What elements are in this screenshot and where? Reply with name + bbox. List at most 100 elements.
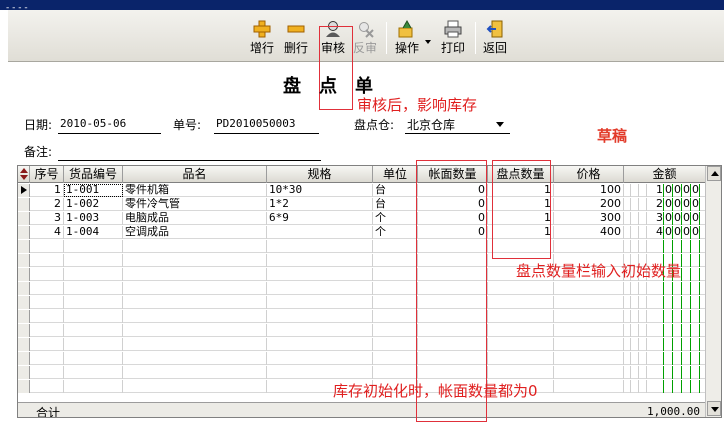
empty-row[interactable]	[18, 240, 706, 253]
print-button[interactable]: 打印	[436, 14, 470, 60]
empty-row[interactable]	[18, 366, 706, 379]
cell-seq[interactable]	[30, 254, 64, 267]
cell-count-qty[interactable]	[488, 338, 554, 351]
cell-unit[interactable]	[373, 282, 418, 295]
cell-count-qty[interactable]	[488, 352, 554, 365]
cell-amount[interactable]	[624, 240, 706, 253]
cell-name[interactable]: 零件机箱	[123, 184, 267, 197]
cell-code[interactable]	[64, 240, 123, 253]
cell-spec[interactable]	[267, 338, 373, 351]
cell-spec[interactable]: 1*2	[267, 198, 373, 211]
cell-price[interactable]	[554, 282, 624, 295]
cell-amount[interactable]: 10000	[624, 184, 706, 197]
cell-name[interactable]	[123, 366, 267, 379]
row-indicator[interactable]	[18, 338, 30, 351]
chevron-down-icon[interactable]	[496, 122, 504, 127]
cell-unit[interactable]	[373, 310, 418, 323]
cell-code[interactable]: 1-002	[64, 198, 123, 211]
cell-price[interactable]	[554, 324, 624, 337]
cell-unit[interactable]	[373, 366, 418, 379]
cell-spec[interactable]: 6*9	[267, 212, 373, 225]
empty-row[interactable]	[18, 338, 706, 351]
cell-price[interactable]	[554, 380, 624, 393]
cell-price[interactable]	[554, 310, 624, 323]
cell-name[interactable]	[123, 282, 267, 295]
cell-seq[interactable]: 2	[30, 198, 64, 211]
add-row-button[interactable]: 增行	[245, 14, 279, 60]
cell-seq[interactable]	[30, 296, 64, 309]
cell-price[interactable]: 100	[554, 184, 624, 197]
cell-unit[interactable]: 个	[373, 226, 418, 239]
cell-amount[interactable]: 40000	[624, 226, 706, 239]
cell-name[interactable]	[123, 352, 267, 365]
empty-row[interactable]	[18, 310, 706, 323]
table-row[interactable]: 2 1-002 零件冷气管 1*2 台 0 1 200 2 0 0 0 0	[18, 198, 706, 211]
row-indicator[interactable]	[18, 226, 30, 239]
col-code[interactable]: 货品编号	[64, 166, 123, 183]
row-indicator[interactable]	[18, 184, 30, 197]
scroll-up-icon[interactable]	[707, 166, 721, 181]
cell-seq[interactable]	[30, 338, 64, 351]
cell-seq[interactable]	[30, 310, 64, 323]
cell-code[interactable]: 1-001	[64, 184, 123, 197]
cell-spec[interactable]	[267, 254, 373, 267]
cell-name[interactable]	[123, 254, 267, 267]
cell-amount[interactable]	[624, 310, 706, 323]
cell-seq[interactable]: 3	[30, 212, 64, 225]
operate-dropdown-icon[interactable]	[425, 40, 431, 44]
cell-price[interactable]: 400	[554, 226, 624, 239]
cell-code[interactable]	[64, 282, 123, 295]
cell-unit[interactable]: 个	[373, 212, 418, 225]
scroll-down-icon[interactable]	[707, 401, 721, 416]
unaudit-button[interactable]: 反审	[348, 14, 382, 60]
cell-spec[interactable]	[267, 324, 373, 337]
cell-price[interactable]	[554, 352, 624, 365]
col-unit[interactable]: 单位	[373, 166, 418, 183]
cell-unit[interactable]: 台	[373, 184, 418, 197]
cell-code[interactable]	[64, 380, 123, 393]
cell-seq[interactable]: 1	[30, 184, 64, 197]
cell-price[interactable]	[554, 366, 624, 379]
cell-code[interactable]	[64, 254, 123, 267]
cell-unit[interactable]	[373, 268, 418, 281]
cell-spec[interactable]	[267, 240, 373, 253]
vertical-scrollbar[interactable]	[705, 166, 721, 417]
cell-count-qty[interactable]	[488, 296, 554, 309]
col-seq[interactable]: 序号	[30, 166, 64, 183]
cell-name[interactable]	[123, 240, 267, 253]
cell-spec[interactable]	[267, 352, 373, 365]
cell-amount[interactable]: 20000	[624, 198, 706, 211]
col-name[interactable]: 品名	[123, 166, 267, 183]
cell-seq[interactable]	[30, 268, 64, 281]
cell-seq[interactable]	[30, 240, 64, 253]
cell-count-qty[interactable]	[488, 366, 554, 379]
row-indicator[interactable]	[18, 198, 30, 211]
cell-price[interactable]: 300	[554, 212, 624, 225]
cell-unit[interactable]	[373, 324, 418, 337]
row-indicator[interactable]	[18, 296, 30, 309]
delete-row-button[interactable]: 删行	[279, 14, 313, 60]
row-indicator[interactable]	[18, 366, 30, 379]
cell-amount[interactable]	[624, 352, 706, 365]
cell-amount[interactable]	[624, 282, 706, 295]
row-indicator[interactable]	[18, 268, 30, 281]
cell-amount[interactable]	[624, 296, 706, 309]
cell-name[interactable]	[123, 324, 267, 337]
cell-name[interactable]: 电脑成品	[123, 212, 267, 225]
cell-spec[interactable]	[267, 282, 373, 295]
cell-unit[interactable]: 台	[373, 198, 418, 211]
cell-code[interactable]	[64, 366, 123, 379]
cell-count-qty[interactable]	[488, 282, 554, 295]
cell-amount[interactable]	[624, 366, 706, 379]
row-indicator[interactable]	[18, 212, 30, 225]
cell-spec[interactable]	[267, 268, 373, 281]
cell-name[interactable]	[123, 338, 267, 351]
cell-count-qty[interactable]	[488, 324, 554, 337]
cell-unit[interactable]	[373, 338, 418, 351]
cell-seq[interactable]: 4	[30, 226, 64, 239]
empty-row[interactable]	[18, 282, 706, 295]
number-field[interactable]: PD2010050003	[216, 117, 295, 130]
cell-code[interactable]	[64, 338, 123, 351]
table-row[interactable]: 4 1-004 空调成品个 0 1 400 4 0 0 0 0	[18, 226, 706, 239]
table-row[interactable]: 3 1-003 电脑成品 6*9 个 0 1 300 3 0 0 0 0	[18, 212, 706, 225]
